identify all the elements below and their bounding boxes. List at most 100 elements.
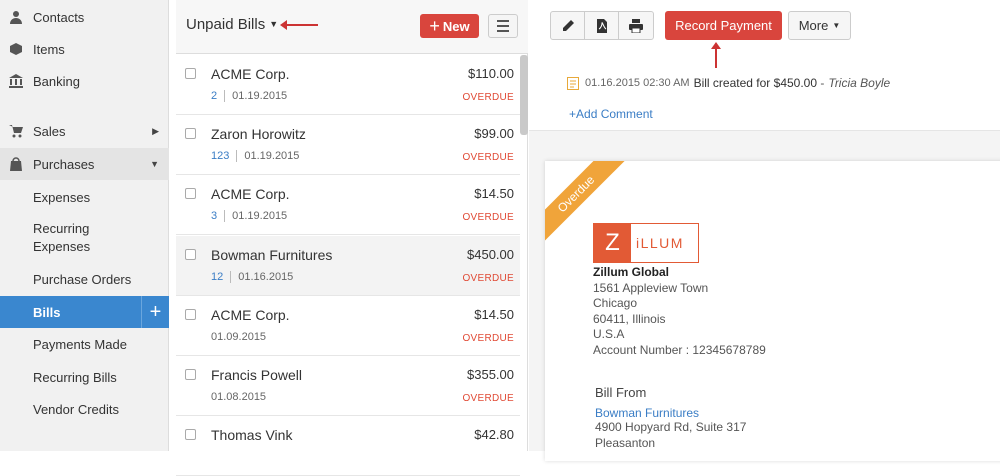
row-meta: 01.08.2015	[211, 391, 266, 403]
vendor-address-line: 4900 Hopyard Rd, Suite 317	[595, 420, 747, 434]
record-payment-button[interactable]: Record Payment	[665, 11, 782, 40]
plus-icon: +	[429, 15, 440, 36]
note-icon	[567, 76, 579, 90]
sidebar-item-payments-made[interactable]: Payments Made	[0, 328, 169, 360]
sidebar-item-label: Expenses	[33, 189, 91, 205]
account-number: Account Number : 12345678789	[593, 343, 766, 357]
row-date: 01.08.2015	[211, 391, 267, 403]
address-line: Chicago	[593, 296, 638, 310]
table-row[interactable]: ACME Corp. $110.00 2 01.19.2015 OVERDUE	[176, 55, 520, 115]
row-checkbox[interactable]	[185, 68, 196, 79]
sidebar-item-label: Purchase Orders	[33, 271, 132, 287]
row-checkbox[interactable]	[185, 128, 196, 139]
row-checkbox[interactable]	[185, 249, 196, 260]
row-bill-number: 3	[211, 210, 218, 222]
status-badge: OVERDUE	[462, 152, 514, 163]
row-amount: $14.50	[474, 307, 514, 322]
row-checkbox[interactable]	[185, 429, 196, 440]
activity-separator: -	[820, 76, 825, 90]
status-badge: OVERDUE	[462, 92, 514, 103]
sidebar-item-purchases[interactable]: Purchases ▼	[0, 148, 169, 180]
sidebar-item-recurring-expenses[interactable]: Recurring Expenses	[0, 218, 169, 258]
annotation-arrow-head	[280, 20, 287, 30]
row-date: 01.19.2015	[244, 150, 300, 162]
row-bill-number: 2	[211, 90, 218, 102]
pdf-button[interactable]	[584, 11, 619, 40]
sidebar-item-sales[interactable]: Sales ▶	[0, 115, 169, 147]
row-amount: $110.00	[467, 66, 514, 81]
row-vendor: Bowman Furnitures	[211, 247, 333, 263]
row-vendor: ACME Corp.	[211, 307, 290, 323]
add-bill-button[interactable]: +	[141, 296, 169, 328]
row-date: 01.19.2015	[232, 210, 288, 222]
row-checkbox[interactable]	[185, 369, 196, 380]
annotation-arrow	[284, 24, 318, 26]
more-menu-button[interactable]: More ▼	[788, 11, 851, 40]
list-title: Unpaid Bills	[186, 16, 266, 33]
divider	[224, 90, 226, 102]
divider	[224, 210, 226, 222]
table-row[interactable]: Thomas Vink $42.80	[176, 416, 520, 476]
sidebar-item-purchase-orders[interactable]: Purchase Orders	[0, 263, 169, 295]
activity-entry: 01.16.2015 02:30 AM Bill created for $45…	[567, 76, 890, 90]
sidebar-item-label: Bills	[33, 304, 61, 320]
sidebar-item-banking[interactable]: Banking	[0, 65, 169, 97]
logo-text: iLLUM	[636, 235, 684, 251]
table-row[interactable]: ACME Corp. $14.50 3 01.19.2015 OVERDUE	[176, 175, 520, 235]
activity-timestamp: 01.16.2015 02:30 AM	[585, 77, 690, 89]
new-bill-button[interactable]: + New	[420, 14, 479, 38]
add-comment-link[interactable]: +Add Comment	[569, 107, 653, 121]
org-name: Zillum Global	[593, 265, 670, 279]
row-checkbox[interactable]	[185, 188, 196, 199]
sidebar-item-label: Contacts	[33, 9, 85, 25]
edit-button[interactable]	[550, 11, 585, 40]
sidebar: Contacts Items Banking Sales ▶ Purchases…	[0, 0, 169, 451]
row-meta: 123 01.19.2015	[211, 150, 299, 162]
table-row-selected[interactable]: Bowman Furnitures $450.00 12 01.16.2015 O…	[176, 236, 520, 296]
bill-document: Overdue Z iLLUM Zillum Global 1561 Apple…	[545, 161, 1000, 461]
address-line: 1561 Appleview Town	[593, 281, 709, 295]
hamburger-icon	[497, 20, 509, 22]
logo-letter: Z	[594, 224, 631, 262]
table-row[interactable]: Francis Powell $355.00 01.08.2015 OVERDU…	[176, 356, 520, 416]
row-meta: 01.09.2015	[211, 331, 266, 343]
status-badge: OVERDUE	[462, 273, 514, 284]
list-view-dropdown[interactable]: Unpaid Bills ▼	[186, 16, 278, 33]
more-label: More	[798, 18, 829, 33]
hamburger-icon-bar	[497, 25, 509, 27]
vendor-address-line: Pleasanton	[595, 436, 656, 450]
table-row[interactable]: Zaron Horowitz $99.00 123 01.19.2015 OVER…	[176, 115, 520, 175]
print-button[interactable]	[618, 11, 654, 40]
row-date: 01.19.2015	[232, 90, 288, 102]
pdf-icon	[596, 18, 607, 33]
row-vendor: ACME Corp.	[211, 186, 290, 202]
sidebar-item-vendor-credits[interactable]: Vendor Credits	[0, 393, 169, 425]
list-scrollbar[interactable]	[520, 55, 528, 135]
chevron-down-icon: ▼	[150, 159, 159, 169]
list-menu-button[interactable]	[488, 14, 518, 38]
row-vendor: Francis Powell	[211, 367, 303, 383]
chevron-right-icon: ▶	[152, 125, 159, 136]
printer-icon	[629, 18, 643, 33]
sidebar-item-items[interactable]: Items	[0, 33, 169, 65]
sidebar-item-bills[interactable]: Bills +	[0, 296, 169, 328]
table-row[interactable]: ACME Corp. $14.50 01.09.2015 OVERDUE	[176, 296, 520, 356]
sidebar-item-label: Items	[33, 41, 65, 57]
divider	[236, 150, 238, 162]
row-amount: $99.00	[474, 126, 514, 141]
record-payment-label: Record Payment	[675, 18, 772, 33]
items-icon	[9, 42, 23, 56]
row-checkbox[interactable]	[185, 309, 196, 320]
sidebar-item-recurring-bills[interactable]: Recurring Bills	[0, 361, 169, 393]
sidebar-item-expenses[interactable]: Expenses	[0, 181, 169, 213]
activity-text: Bill created for	[693, 76, 771, 90]
new-button-label: New	[442, 18, 470, 34]
bag-icon	[9, 157, 23, 171]
bank-icon	[9, 74, 23, 88]
row-date: 01.16.2015	[238, 271, 294, 283]
vendor-link[interactable]: Bowman Furnitures	[595, 406, 699, 420]
sidebar-item-label: Vendor Credits	[33, 401, 119, 417]
sidebar-item-contacts[interactable]: Contacts	[0, 1, 169, 33]
row-meta: 12 01.16.2015	[211, 271, 293, 283]
address-line: 60411, Illinois	[593, 312, 666, 326]
